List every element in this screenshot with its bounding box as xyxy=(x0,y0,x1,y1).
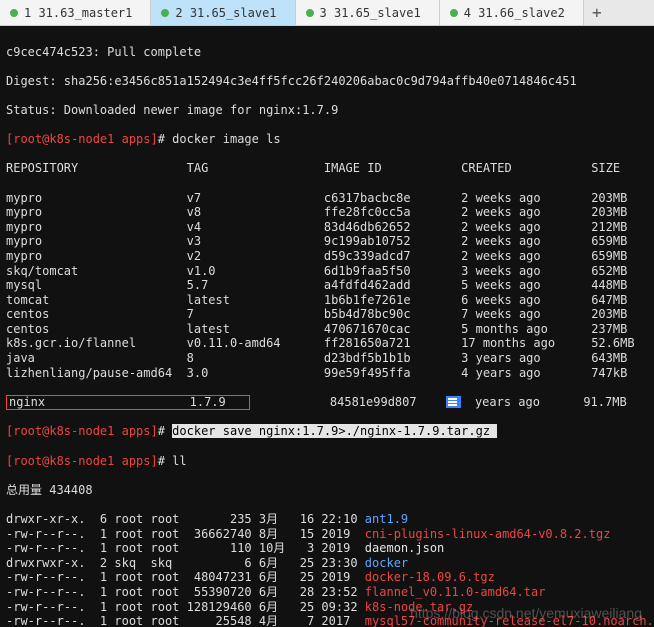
image-row: mypro v4 83d46db62652 2 weeks ago 212MB xyxy=(6,220,648,235)
image-row: centos latest 470671670cac 5 months ago … xyxy=(6,322,648,337)
tab-slave1-b[interactable]: 3 31.65_slave1 xyxy=(296,0,440,25)
image-row: mypro v7 c6317bacbc8e 2 weeks ago 203MB xyxy=(6,191,648,206)
image-row: mysql 5.7 a4fdfd462add 5 weeks ago 448MB xyxy=(6,278,648,293)
terminal-output[interactable]: c9cec474c523: Pull complete Digest: sha2… xyxy=(0,26,654,627)
ls-row: drwxr-xr-x. 6 root root 235 3月 16 22:10 … xyxy=(6,512,648,527)
add-tab-button[interactable]: + xyxy=(584,0,610,25)
prompt-image-ls: [root@k8s-node1 apps]# docker image ls xyxy=(6,132,648,147)
image-row: lizhenliang/pause-amd64 3.0 99e59f495ffa… xyxy=(6,366,648,381)
image-header: REPOSITORY TAG IMAGE ID CREATED SIZE xyxy=(6,161,648,176)
image-row: mypro v8 ffe28fc0cc5a 2 weeks ago 203MB xyxy=(6,205,648,220)
tab-slave1-a[interactable]: 2 31.65_slave1 xyxy=(151,0,295,25)
image-row: mypro v2 d59c339adcd7 2 weeks ago 659MB xyxy=(6,249,648,264)
status-dot-icon xyxy=(10,9,18,17)
tab-label: 1 31.63_master1 xyxy=(24,6,132,20)
pull-complete-line: c9cec474c523: Pull complete xyxy=(6,45,648,60)
tab-bar: 1 31.63_master1 2 31.65_slave1 3 31.65_s… xyxy=(0,0,654,26)
status-dot-icon xyxy=(450,9,458,17)
selection-icon xyxy=(446,396,461,408)
total-line: 总用量 434408 xyxy=(6,483,648,498)
ls-row: -rw-r--r--. 1 root root 48047231 6月 25 2… xyxy=(6,570,648,585)
image-row: centos 7 b5b4d78bc90c 7 weeks ago 203MB xyxy=(6,307,648,322)
tab-label: 2 31.65_slave1 xyxy=(175,6,276,20)
image-row: java 8 d23bdf5b1b1b 3 years ago 643MB xyxy=(6,351,648,366)
ls-row: -rw-r--r--. 1 root root 36662740 8月 15 2… xyxy=(6,527,648,542)
prompt-docker-save: [root@k8s-node1 apps]# docker save nginx… xyxy=(6,424,648,439)
digest-line: Digest: sha256:e3456c851a152494c3e4ff5fc… xyxy=(6,74,648,89)
status-line: Status: Downloaded newer image for nginx… xyxy=(6,103,648,118)
status-dot-icon xyxy=(161,9,169,17)
image-row: mypro v3 9c199ab10752 2 weeks ago 659MB xyxy=(6,234,648,249)
ls-row: -rw-r--r--. 1 root root 55390720 6月 28 2… xyxy=(6,585,648,600)
image-highlight-row: nginx 1.7.9 84581e99d807 years ago 91.7M… xyxy=(6,395,648,410)
tab-label: 3 31.65_slave1 xyxy=(320,6,421,20)
prompt-ll: [root@k8s-node1 apps]# ll xyxy=(6,454,648,469)
image-row: k8s.gcr.io/flannel v0.11.0-amd64 ff28165… xyxy=(6,336,648,351)
watermark: https://blog.csdn.net/yemuxiaweiliang xyxy=(410,606,642,621)
ls-row: -rw-r--r--. 1 root root 110 10月 3 2019 d… xyxy=(6,541,648,556)
ls-row: drwxrwxr-x. 2 skq skq 6 6月 25 23:30 dock… xyxy=(6,556,648,571)
image-rows: mypro v7 c6317bacbc8e 2 weeks ago 203MBm… xyxy=(6,191,648,381)
image-row: tomcat latest 1b6b1fe7261e 6 weeks ago 6… xyxy=(6,293,648,308)
tab-master1[interactable]: 1 31.63_master1 xyxy=(0,0,151,25)
status-dot-icon xyxy=(306,9,314,17)
tab-slave2[interactable]: 4 31.66_slave2 xyxy=(440,0,584,25)
tab-label: 4 31.66_slave2 xyxy=(464,6,565,20)
image-row: skq/tomcat v1.0 6d1b9faa5f50 3 weeks ago… xyxy=(6,264,648,279)
